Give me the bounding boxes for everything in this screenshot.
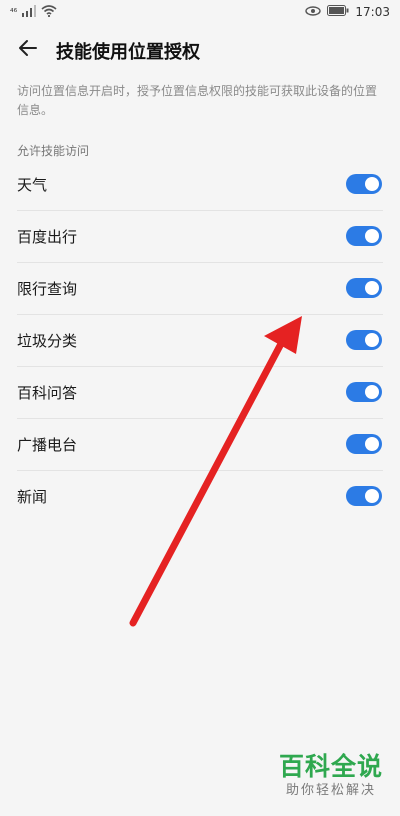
skill-toggle[interactable] [346,382,382,402]
permission-description: 访问位置信息开启时，授予位置信息权限的技能可获取此设备的位置信息。 [17,84,378,117]
skill-row: 百度出行 [17,211,383,263]
skill-toggle[interactable] [346,226,382,246]
skill-label: 百度出行 [17,228,78,246]
signal-strength-label: ⁴⁶ [10,7,18,18]
eye-icon [305,5,322,19]
skill-row: 天气 [17,159,383,211]
skill-row: 新闻 [17,471,383,523]
skill-toggle[interactable] [346,434,382,454]
toggle-knob [365,489,379,503]
skill-label: 新闻 [17,488,48,506]
skill-row: 百科问答 [17,367,383,419]
skill-toggle[interactable] [346,278,382,298]
skill-row: 垃圾分类 [17,315,383,367]
section-header: 允许技能访问 [17,144,90,158]
signal-icon [22,5,37,20]
page-title: 技能使用位置授权 [56,42,200,63]
skill-label: 百科问答 [17,384,78,402]
status-time: 17:03 [355,5,390,19]
skill-label: 限行查询 [17,280,78,298]
status-right: 17:03 [305,5,390,19]
skill-toggle[interactable] [346,486,382,506]
toggle-knob [365,333,379,347]
status-bar: ⁴⁶ 17:03 [0,0,400,26]
skill-row: 广播电台 [17,419,383,471]
back-arrow-icon [18,39,38,61]
wifi-icon [41,5,57,20]
toggle-knob [365,177,379,191]
skill-label: 广播电台 [17,436,78,454]
settings-content: 访问位置信息开启时，授予位置信息权限的技能可获取此设备的位置信息。 允许技能访问… [0,74,400,816]
back-button[interactable] [12,36,44,64]
skill-label: 垃圾分类 [17,332,78,350]
toggle-knob [365,385,379,399]
status-left: ⁴⁶ [10,5,57,20]
skill-list: 天气百度出行限行查询垃圾分类百科问答广播电台新闻 [17,159,383,523]
toggle-knob [365,437,379,451]
battery-icon [327,5,349,19]
skill-label: 天气 [17,176,48,194]
watermark-title: 百科全说 [278,752,383,781]
watermark-subtitle: 助你轻松解决 [285,783,376,798]
watermark: 百科全说 助你轻松解决 [279,752,383,800]
skill-toggle[interactable] [346,174,382,194]
skill-row: 限行查询 [17,263,383,315]
toggle-knob [365,281,379,295]
app-header: 技能使用位置授权 [0,26,400,74]
skill-toggle[interactable] [346,330,382,350]
toggle-knob [365,229,379,243]
